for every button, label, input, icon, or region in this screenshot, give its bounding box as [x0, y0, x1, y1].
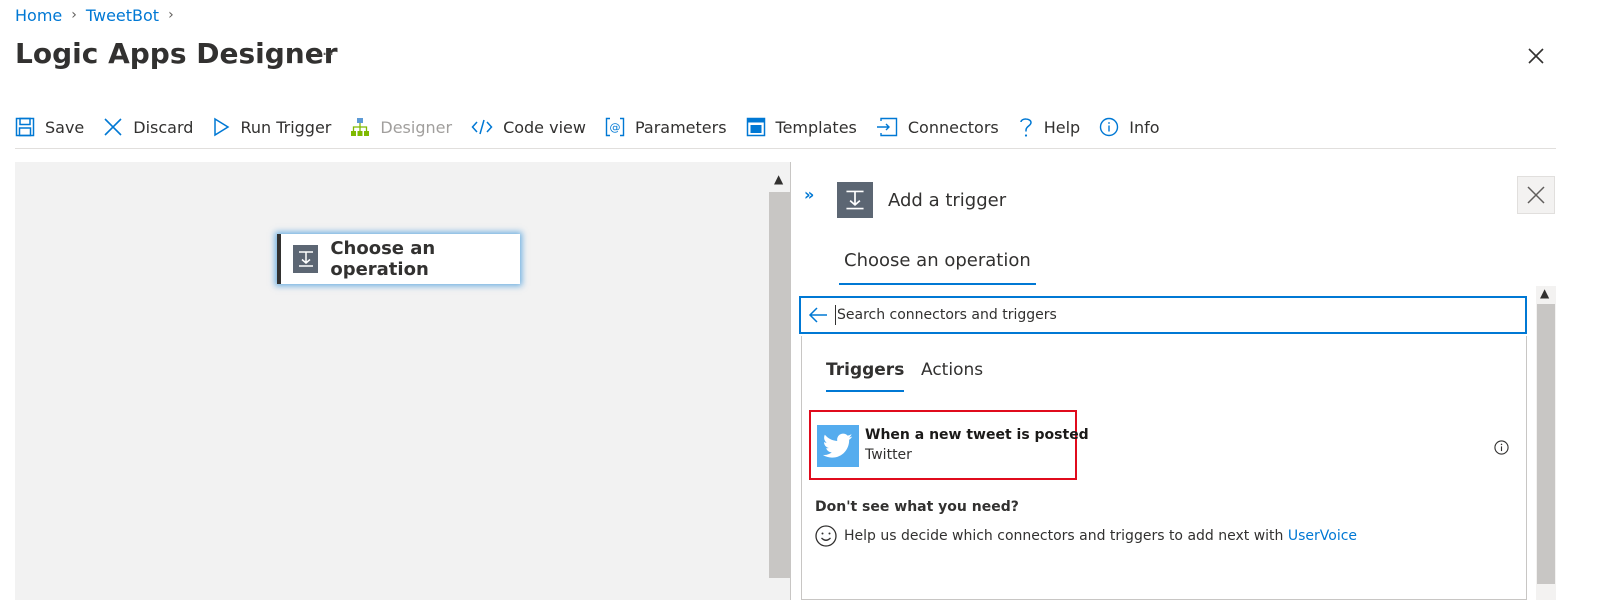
info-label: Info [1129, 117, 1160, 137]
panel-scrollbar[interactable]: ▲ [1536, 286, 1556, 600]
help-row: Help us decide which connectors and trig… [815, 525, 1357, 547]
arrow-left-icon [808, 307, 827, 323]
toolbar: Save Discard Run Trigger Designer Code v… [15, 110, 1179, 144]
search-input[interactable] [835, 305, 1525, 325]
close-icon [1527, 186, 1545, 204]
breadcrumb: Home › TweetBot › [15, 4, 183, 26]
trigger-result-item[interactable]: When a new tweet is posted Twitter [809, 410, 1089, 480]
close-icon [1528, 48, 1544, 64]
discard-icon [104, 118, 122, 136]
help-button[interactable]: Help [1018, 116, 1080, 138]
trigger-connector-name: Twitter [865, 447, 912, 463]
trigger-info-button[interactable] [1494, 440, 1509, 459]
templates-label: Templates [775, 117, 857, 137]
connectors-label: Connectors [907, 117, 999, 137]
choose-operation-label: Choose an operation [330, 238, 436, 280]
page-title: Logic Apps Designer [15, 37, 338, 70]
code-view-label: Code view [503, 117, 586, 137]
scroll-up-icon[interactable]: ▲ [1540, 286, 1549, 300]
breadcrumb-home-link[interactable]: Home [15, 6, 62, 25]
close-panel-button[interactable] [1517, 176, 1555, 214]
designer-icon [351, 118, 370, 136]
trigger-icon [293, 245, 319, 273]
chevron-right-icon: › [71, 7, 77, 23]
save-icon [15, 117, 35, 137]
uservoice-link[interactable]: UserVoice [1288, 528, 1357, 544]
parameters-icon: @ [605, 117, 625, 137]
parameters-button[interactable]: @ Parameters [605, 117, 727, 137]
tab-actions[interactable]: Actions [921, 360, 983, 380]
question-icon [1019, 118, 1032, 137]
designer-button[interactable]: Designer [350, 117, 452, 137]
info-icon [1100, 117, 1119, 137]
panel-divider [790, 162, 791, 600]
discard-label: Discard [133, 117, 194, 137]
scrollbar-thumb[interactable] [769, 192, 790, 578]
help-text: Help us decide which connectors and trig… [844, 528, 1284, 544]
collapse-panel-icon[interactable]: » [804, 185, 814, 204]
scroll-up-icon[interactable]: ▲ [774, 172, 783, 186]
parameters-label: Parameters [634, 117, 727, 137]
scrollbar-thumb[interactable] [1537, 304, 1555, 584]
save-button[interactable]: Save [15, 117, 84, 137]
help-label: Help [1043, 117, 1081, 137]
run-trigger-button[interactable]: Run Trigger [212, 117, 331, 137]
designer-canvas[interactable] [15, 162, 769, 600]
close-blade-button[interactable] [1524, 44, 1548, 68]
panel-title: Add a trigger [888, 190, 1007, 211]
trigger-icon [837, 182, 873, 218]
designer-label: Designer [380, 117, 453, 137]
more-options-button[interactable]: ··· [315, 44, 335, 65]
canvas-scrollbar[interactable]: ▲ [769, 162, 790, 600]
save-label: Save [45, 117, 85, 137]
run-trigger-label: Run Trigger [240, 117, 332, 137]
svg-text:@: @ [609, 121, 620, 134]
discard-button[interactable]: Discard [103, 117, 193, 137]
info-icon [1494, 440, 1509, 455]
code-view-button[interactable]: Code view [471, 117, 586, 137]
trigger-title: When a new tweet is posted [865, 427, 1089, 443]
smiley-icon [815, 525, 837, 547]
info-button[interactable]: Info [1099, 117, 1160, 137]
templates-icon [746, 117, 765, 137]
connectors-button[interactable]: Connectors [876, 117, 999, 137]
breadcrumb-tweetbot-link[interactable]: TweetBot [86, 6, 159, 25]
twitter-logo-icon [817, 425, 859, 467]
code-icon [471, 119, 493, 135]
templates-button[interactable]: Templates [746, 117, 857, 137]
tab-choose-operation[interactable]: Choose an operation [839, 250, 1036, 285]
chevron-right-icon: › [168, 7, 174, 23]
play-icon [214, 117, 230, 137]
search-box [799, 296, 1527, 334]
help-title: Don't see what you need? [815, 499, 1019, 515]
choose-operation-card[interactable]: Choose an operation [277, 234, 520, 284]
back-button[interactable] [801, 306, 835, 324]
toolbar-divider [15, 148, 1556, 149]
connectors-icon [876, 117, 898, 137]
tab-triggers[interactable]: Triggers [826, 360, 905, 392]
